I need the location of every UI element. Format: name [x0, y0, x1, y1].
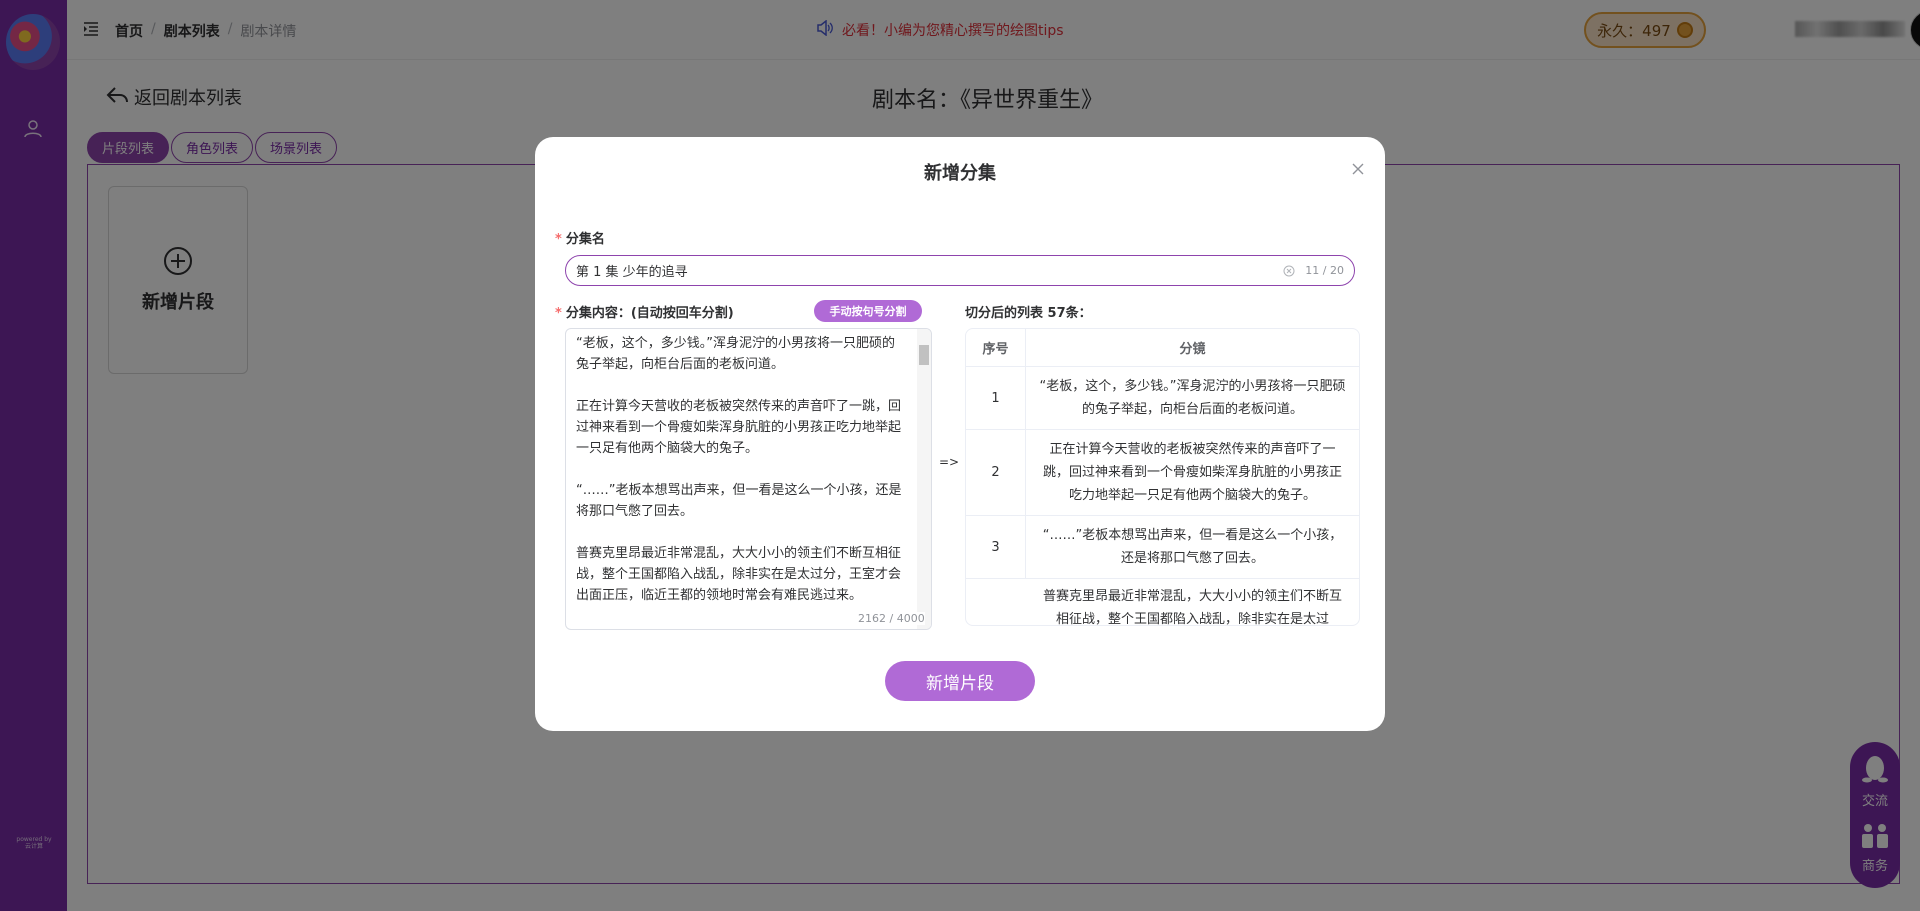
row-index: 3	[966, 516, 1026, 578]
episode-content-textarea[interactable]: “老板，这个，多少钱。”浑身泥泞的小男孩将一只肥硕的兔子举起，向柜台后面的老板问…	[565, 328, 932, 630]
episode-name-value: 第 1 集 少年的追寻	[576, 265, 688, 280]
arrow-indicator: =>	[939, 455, 960, 469]
close-icon[interactable]	[1350, 161, 1366, 177]
row-index: 2	[966, 430, 1026, 515]
split-result-label: 切分后的列表 57条：	[965, 306, 1092, 321]
header-shot: 分镜	[1179, 342, 1206, 357]
table-row: 2 正在计算今天营收的老板被突然传来的声音吓了一跳，回过神来看到一个骨瘦如柴浑身…	[966, 430, 1359, 516]
clear-icon[interactable]	[1283, 265, 1295, 277]
table-header: 序号 分镜	[966, 329, 1359, 367]
content-paragraph: “……”老板本想骂出声来，但一看是这么一个小孩，还是将那口气憋了回去。	[576, 483, 902, 519]
row-text: 正在计算今天营收的老板被突然传来的声音吓了一跳，回过神来看到一个骨瘦如柴浑身肮脏…	[1042, 442, 1342, 503]
row-text: “老板，这个，多少钱。”浑身泥泞的小男孩将一只肥硕的兔子举起，向柜台后面的老板问…	[1039, 379, 1346, 417]
table-row: 3 “……”老板本想骂出声来，但一看是这么一个小孩，还是将那口气憋了回去。	[966, 516, 1359, 579]
header-index: 序号	[966, 329, 1026, 366]
episode-content-text: “老板，这个，多少钱。”浑身泥泞的小男孩将一只肥硕的兔子举起，向柜台后面的老板问…	[576, 333, 906, 627]
split-result-table: 序号 分镜 1 “老板，这个，多少钱。”浑身泥泞的小男孩将一只肥硕的兔子举起，向…	[965, 328, 1360, 626]
episode-content-label: * 分集内容：(自动按回车分割)	[555, 306, 734, 321]
episode-name-input[interactable]: 第 1 集 少年的追寻 11 / 20	[565, 255, 1355, 286]
row-text: 普赛克里昂最近非常混乱，大大小小的领主们不断互相征战，整个王国都陷入战乱，除非实…	[1042, 589, 1342, 626]
content-paragraph: “老板，这个，多少钱。”浑身泥泞的小男孩将一只肥硕的兔子举起，向柜台后面的老板问…	[576, 336, 895, 372]
textarea-scrollbar[interactable]	[917, 329, 931, 629]
split-by-period-button[interactable]: 手动按句号分割	[814, 300, 922, 322]
episode-name-counter: 11 / 20	[1305, 264, 1344, 277]
add-segment-submit-button[interactable]: 新增片段	[885, 661, 1035, 701]
scrollbar-thumb[interactable]	[919, 345, 929, 365]
content-paragraph: 普赛克里昂最近非常混乱，大大小小的领主们不断互相征战，整个王国都陷入战乱，除非实…	[576, 546, 902, 603]
row-text: “……”老板本想骂出声来，但一看是这么一个小孩，还是将那口气憋了回去。	[1042, 528, 1343, 566]
content-paragraph: 正在计算今天营收的老板被突然传来的声音吓了一跳，回过神来看到一个骨瘦如柴浑身肮脏…	[576, 399, 902, 456]
row-index: 1	[966, 367, 1026, 429]
dialog-title: 新增分集	[924, 163, 996, 184]
add-episode-dialog: 新增分集 * 分集名 第 1 集 少年的追寻 11 / 20 * 分集内容：(自动按…	[535, 137, 1385, 731]
table-row: 1 “老板，这个，多少钱。”浑身泥泞的小男孩将一只肥硕的兔子举起，向柜台后面的老…	[966, 367, 1359, 430]
table-row: 普赛克里昂最近非常混乱，大大小小的领主们不断互相征战，整个王国都陷入战乱，除非实…	[966, 579, 1359, 626]
episode-name-label: * 分集名	[555, 232, 605, 247]
episode-content-counter: 2162 / 4000	[858, 612, 925, 625]
